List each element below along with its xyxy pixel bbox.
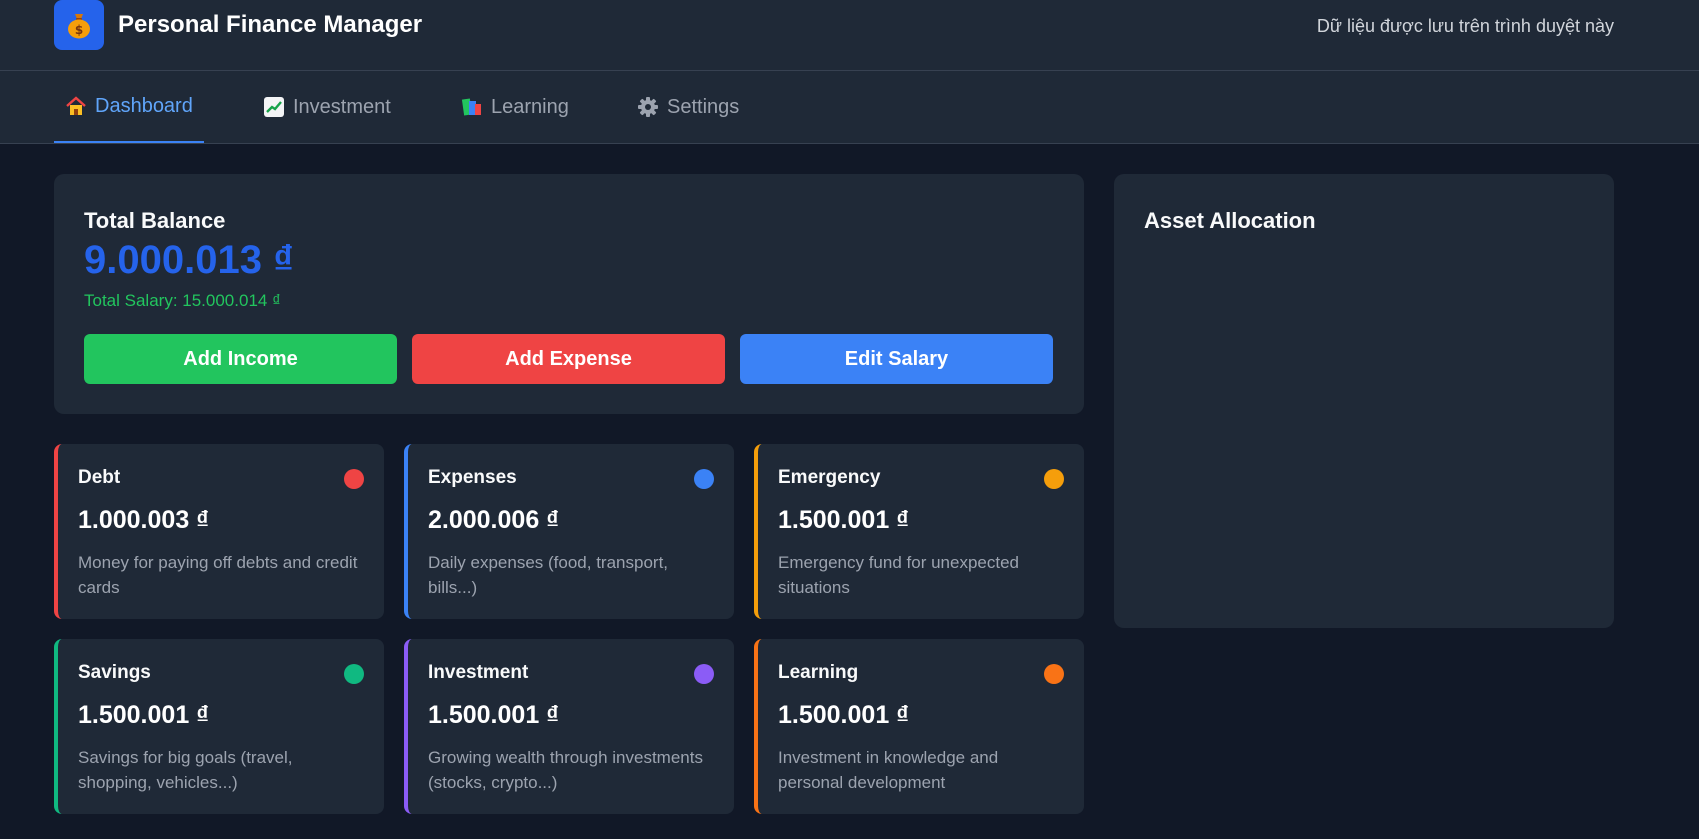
fund-amount: 1.500.001 ₫: [428, 701, 559, 729]
tab-label: Investment: [293, 95, 391, 118]
storage-note: Dữ liệu được lưu trên trình duyệt này: [1316, 16, 1614, 36]
total-salary: Total Salary: 15.000.014 ₫: [84, 291, 281, 310]
svg-text:$: $: [75, 23, 83, 37]
fund-description: Growing wealth through investments (stoc…: [428, 748, 703, 792]
fund-name: Expenses: [428, 467, 517, 488]
gear-icon: [637, 96, 659, 118]
fund-color-dot: [344, 469, 364, 489]
tab-label: Learning: [491, 95, 569, 118]
books-icon: [461, 96, 483, 118]
fund-amount: 1.000.003 ₫: [78, 506, 209, 534]
add-expense-button[interactable]: Add Expense: [412, 334, 725, 384]
tab-label: Dashboard: [95, 94, 193, 117]
asset-allocation-card: Asset Allocation: [1114, 174, 1614, 628]
house-icon: [65, 95, 87, 117]
tab-dashboard[interactable]: Dashboard: [54, 71, 204, 143]
fund-description: Emergency fund for unexpected situations: [778, 553, 1019, 597]
asset-allocation-title: Asset Allocation: [1144, 208, 1316, 233]
app-header: $ Personal Finance Manager Dữ liệu được …: [0, 0, 1699, 71]
fund-description: Money for paying off debts and credit ca…: [78, 553, 358, 597]
add-income-button[interactable]: Add Income: [84, 334, 397, 384]
fund-card-emergency[interactable]: Emergency 1.500.001 ₫ Emergency fund for…: [754, 444, 1084, 619]
fund-name: Investment: [428, 662, 529, 683]
fund-color-dot: [1044, 664, 1064, 684]
fund-name: Learning: [778, 662, 859, 683]
fund-color-dot: [344, 664, 364, 684]
fund-name: Debt: [78, 467, 121, 488]
fund-description: Investment in knowledge and personal dev…: [778, 748, 999, 792]
balance-value: 9.000.013 ₫: [84, 238, 294, 282]
fund-card-savings[interactable]: Savings 1.500.001 ₫ Savings for big goal…: [54, 639, 384, 814]
fund-amount: 1.500.001 ₫: [778, 506, 909, 534]
main-nav: Dashboard Investment Learning Settings: [0, 71, 1699, 144]
fund-color-dot: [1044, 469, 1064, 489]
fund-card-learning[interactable]: Learning 1.500.001 ₫ Investment in knowl…: [754, 639, 1084, 814]
balance-card: Total Balance 9.000.013 ₫ Total Salary: …: [54, 174, 1084, 414]
fund-card-investment[interactable]: Investment 1.500.001 ₫ Growing wealth th…: [404, 639, 734, 814]
fund-color-dot: [694, 469, 714, 489]
fund-amount: 1.500.001 ₫: [78, 701, 209, 729]
app-title: Personal Finance Manager: [118, 11, 423, 38]
tab-learning[interactable]: Learning: [450, 71, 580, 143]
tab-label: Settings: [667, 95, 740, 118]
fund-name: Savings: [78, 662, 151, 683]
edit-salary-button[interactable]: Edit Salary: [740, 334, 1053, 384]
fund-card-debt[interactable]: Debt 1.000.003 ₫ Money for paying off de…: [54, 444, 384, 619]
fund-name: Emergency: [778, 467, 881, 488]
fund-description: Daily expenses (food, transport, bills..…: [428, 553, 669, 597]
chart-increasing-icon: [263, 96, 285, 118]
fund-description: Savings for big goals (travel, shopping,…: [78, 748, 293, 792]
tab-investment[interactable]: Investment: [252, 71, 402, 143]
tab-settings[interactable]: Settings: [626, 71, 750, 143]
balance-label: Total Balance: [84, 208, 226, 233]
fund-color-dot: [694, 664, 714, 684]
money-bag-icon: $: [54, 0, 104, 50]
fund-amount: 2.000.006 ₫: [428, 506, 559, 534]
fund-card-expenses[interactable]: Expenses 2.000.006 ₫ Daily expenses (foo…: [404, 444, 734, 619]
fund-amount: 1.500.001 ₫: [778, 701, 909, 729]
